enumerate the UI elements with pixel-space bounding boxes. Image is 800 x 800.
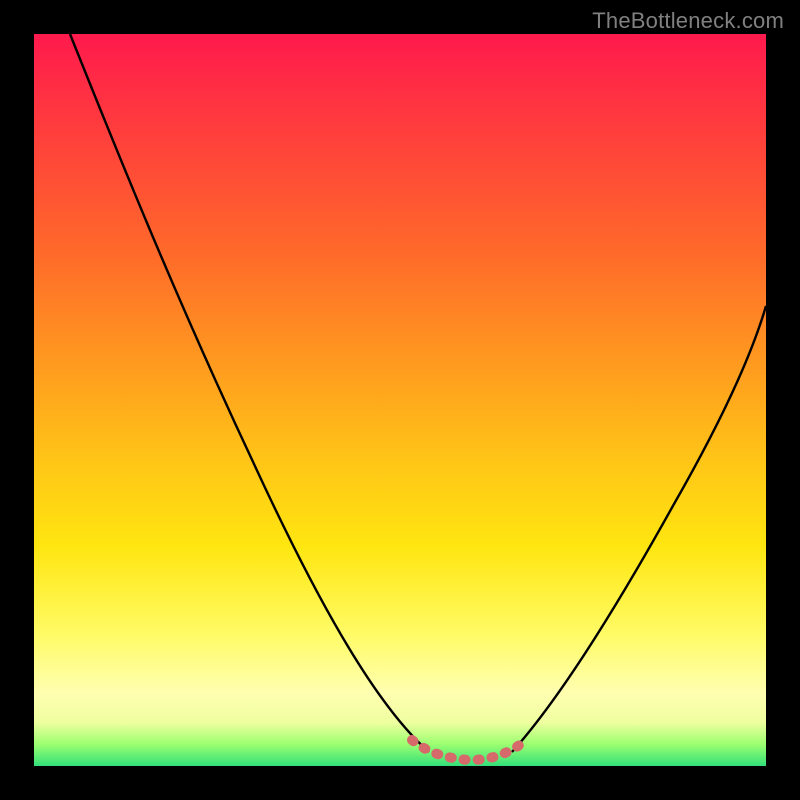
plot-area [34, 34, 766, 766]
watermark-text: TheBottleneck.com [592, 8, 784, 34]
bottom-dots [412, 740, 526, 760]
right-curve [512, 306, 766, 752]
chart-container: TheBottleneck.com [0, 0, 800, 800]
chart-svg [34, 34, 766, 766]
left-curve [70, 34, 429, 752]
